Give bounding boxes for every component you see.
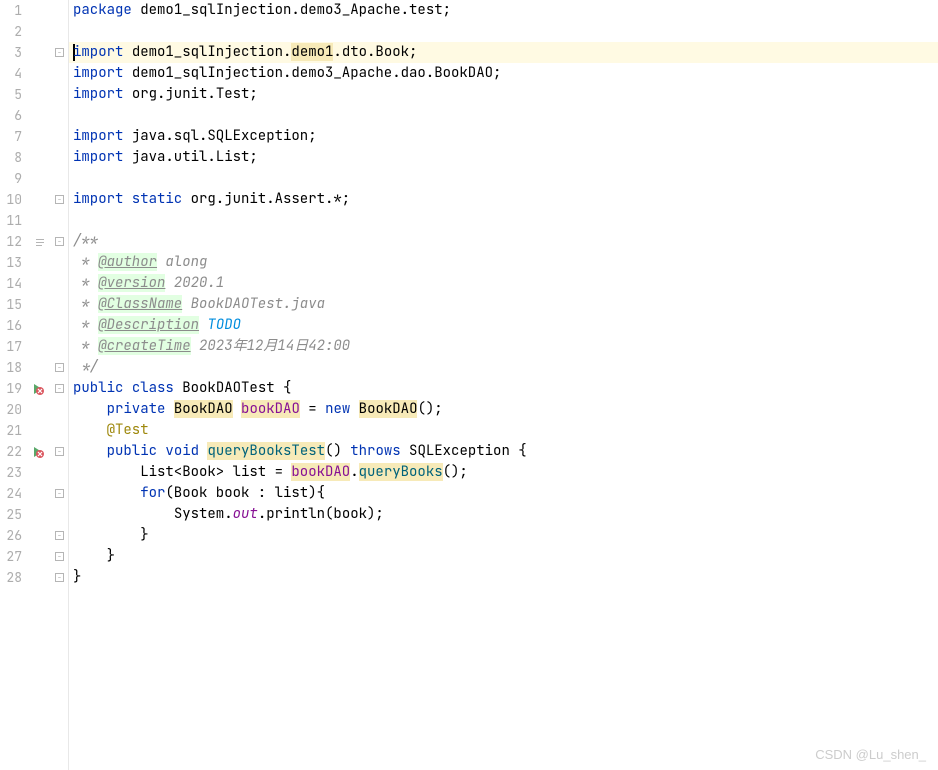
watermark-text: CSDN @Lu_shen_ [815,747,926,762]
fold-collapse-icon[interactable]: − [55,363,64,372]
line-num: 10 [0,191,30,208]
code-line[interactable]: import org.junit.Test; [69,84,938,105]
code-line[interactable]: } [69,546,938,567]
code-line[interactable]: List<Book> list = bookDAO.queryBooks(); [69,462,938,483]
code-content[interactable]: package demo1_sqlInjection.demo3_Apache.… [68,0,938,770]
line-num: 16 [0,317,30,334]
line-num: 26 [0,527,30,544]
code-line[interactable]: * @version 2020.1 [69,273,938,294]
code-line[interactable]: for(Book book : list){ [69,483,938,504]
code-line[interactable]: * @ClassName BookDAOTest.java [69,294,938,315]
line-num: 25 [0,506,30,523]
code-editor: 1 2 3− 4 5 6 7 8 9 10− 11 12 − 13 14 15 … [0,0,938,770]
code-line[interactable]: System.out.println(book); [69,504,938,525]
code-line[interactable]: public class BookDAOTest { [69,378,938,399]
line-num: 15 [0,296,30,313]
code-line[interactable]: import static org.junit.Assert.*; [69,189,938,210]
code-line[interactable] [69,105,938,126]
code-line[interactable] [69,168,938,189]
fold-collapse-icon[interactable]: − [55,447,64,456]
fold-collapse-icon[interactable]: − [55,48,64,57]
fold-collapse-icon[interactable]: − [55,237,64,246]
line-num: 8 [0,149,30,166]
line-num: 2 [0,23,30,40]
code-line[interactable]: import demo1_sqlInjection.demo3_Apache.d… [69,63,938,84]
line-num: 11 [0,212,30,229]
code-line[interactable]: private BookDAO bookDAO = new BookDAO(); [69,399,938,420]
fold-collapse-icon[interactable]: − [55,531,64,540]
code-line[interactable]: package demo1_sqlInjection.demo3_Apache.… [69,0,938,21]
line-num: 14 [0,275,30,292]
code-line[interactable]: import java.util.List; [69,147,938,168]
line-num: 22 [0,443,30,460]
line-num: 7 [0,128,30,145]
line-num: 6 [0,107,30,124]
code-line[interactable] [69,210,938,231]
line-num: 20 [0,401,30,418]
code-line[interactable]: */ [69,357,938,378]
line-num: 5 [0,86,30,103]
code-line[interactable] [69,21,938,42]
run-test-icon[interactable] [32,383,44,395]
line-num: 18 [0,359,30,376]
line-num: 1 [0,2,30,19]
line-num: 3 [0,44,30,61]
line-num: 13 [0,254,30,271]
line-num: 21 [0,422,30,439]
run-test-icon[interactable] [32,446,44,458]
code-line[interactable]: import java.sql.SQLException; [69,126,938,147]
code-line[interactable]: public void queryBooksTest() throws SQLE… [69,441,938,462]
fold-collapse-icon[interactable]: − [55,489,64,498]
code-line[interactable]: * @createTime 2023年12月14日42:00 [69,336,938,357]
code-line[interactable]: /** [69,231,938,252]
fold-collapse-icon[interactable]: − [55,384,64,393]
editor-gutter: 1 2 3− 4 5 6 7 8 9 10− 11 12 − 13 14 15 … [0,0,68,770]
line-num: 9 [0,170,30,187]
code-line[interactable]: } [69,567,938,588]
line-num: 17 [0,338,30,355]
line-num: 19 [0,380,30,397]
line-num: 4 [0,65,30,82]
line-comment-icon [35,236,47,248]
line-num: 12 [0,233,30,250]
line-num: 24 [0,485,30,502]
line-num: 23 [0,464,30,481]
code-line[interactable]: * @author along [69,252,938,273]
line-num: 28 [0,569,30,586]
code-line[interactable]: } [69,525,938,546]
code-line[interactable]: * @Description TODO [69,315,938,336]
fold-collapse-icon[interactable]: − [55,195,64,204]
line-num: 27 [0,548,30,565]
code-line[interactable]: @Test [69,420,938,441]
fold-collapse-icon[interactable]: − [55,552,64,561]
fold-collapse-icon[interactable]: − [55,573,64,582]
code-line-active[interactable]: import demo1_sqlInjection.demo1.dto.Book… [69,42,938,63]
